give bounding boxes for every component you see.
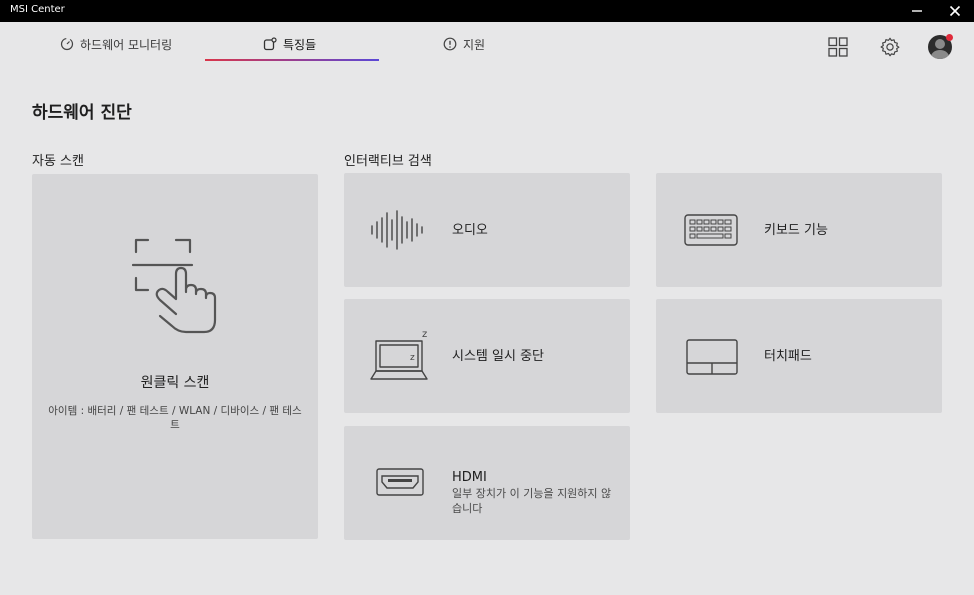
- keyboard-label: 키보드 기능: [764, 223, 828, 238]
- audio-card[interactable]: 오디오: [344, 173, 630, 287]
- settings-button[interactable]: [877, 34, 903, 60]
- touchpad-icon: [686, 339, 738, 375]
- title-bar: MSI Center: [0, 0, 974, 22]
- gear-icon: [880, 37, 900, 57]
- auto-scan-label: 자동 스캔: [32, 154, 84, 169]
- tab-label: 특징들: [283, 37, 317, 52]
- touchpad-card[interactable]: 터치패드: [656, 299, 942, 413]
- waveform-icon: [371, 210, 423, 250]
- one-click-scan-card[interactable]: 원클릭 스캔 아이템 : 배터리 / 팬 테스트 / WLAN / 디바이스 /…: [32, 174, 318, 539]
- minimize-icon: [912, 10, 922, 12]
- hdmi-card[interactable]: HDMI 일부 장치가 이 기능을 지원하지 않습니다: [344, 426, 630, 540]
- laptop-sleep-icon: z z: [370, 329, 428, 380]
- hdmi-label: HDMI: [452, 470, 487, 485]
- main-content: 하드웨어 모니터링 특징들 지원 하드웨어 진단 자동 스캔 인터랙티브 검색 …: [2, 22, 972, 593]
- layout-button[interactable]: [825, 34, 851, 60]
- tab-support[interactable]: 지원: [443, 34, 485, 54]
- tab-label: 지원: [463, 37, 486, 52]
- svg-text:z: z: [410, 353, 415, 363]
- features-icon: [263, 37, 277, 51]
- active-tab-indicator: [205, 59, 379, 61]
- minimize-button[interactable]: [902, 0, 932, 22]
- audio-label: 오디오: [452, 223, 488, 238]
- notification-badge: [946, 34, 953, 41]
- window-title: MSI Center: [10, 4, 65, 15]
- close-icon: [949, 5, 961, 17]
- alert-circle-icon: [443, 37, 457, 51]
- gauge-icon: [60, 37, 74, 51]
- one-click-scan-label: 원클릭 스캔: [140, 375, 210, 391]
- grid-icon: [828, 37, 848, 57]
- tab-features[interactable]: 특징들: [263, 34, 316, 54]
- tab-hardware-monitoring[interactable]: 하드웨어 모니터링: [60, 34, 172, 54]
- keyboard-card[interactable]: 키보드 기능: [656, 173, 942, 287]
- keyboard-icon: [684, 214, 738, 246]
- svg-text:z: z: [422, 329, 427, 340]
- hdmi-unsupported-note: 일부 장치가 이 기능을 지원하지 않습니다: [452, 487, 612, 515]
- hdmi-icon: [376, 468, 424, 496]
- msi-center-window: MSI Center 하드웨어 모니터링 특징들 지원 하드웨어 진단 자동 스…: [0, 0, 974, 595]
- touchpad-label: 터치패드: [764, 349, 812, 364]
- system-suspend-label: 시스템 일시 중단: [452, 349, 544, 364]
- interactive-search-label: 인터랙티브 검색: [344, 154, 432, 169]
- page-title: 하드웨어 진단: [32, 103, 132, 123]
- fingerprint-scan-icon: [132, 238, 217, 334]
- close-button[interactable]: [940, 0, 970, 22]
- system-suspend-card[interactable]: z z 시스템 일시 중단: [344, 299, 630, 413]
- tab-label: 하드웨어 모니터링: [80, 37, 173, 52]
- scan-items-description: 아이템 : 배터리 / 팬 테스트 / WLAN / 디바이스 / 팬 테스트: [48, 405, 302, 431]
